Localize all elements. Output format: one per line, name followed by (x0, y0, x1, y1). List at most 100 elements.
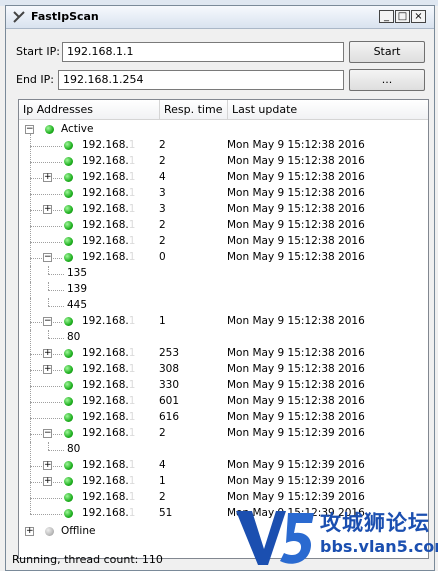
ip-address: 192.168.1 (82, 427, 136, 439)
host-row[interactable]: 192.168.1 2 Mon May 9 15:12:38 2016 (19, 234, 428, 250)
port-row[interactable]: 139 (19, 282, 428, 298)
host-row[interactable]: +192.168.1 4 Mon May 9 15:12:39 2016 (19, 458, 428, 474)
port-row[interactable]: 80 (19, 442, 428, 458)
tree-connector (48, 338, 64, 339)
expander-icon[interactable]: − (43, 317, 52, 326)
last-update: Mon May 9 15:12:39 2016 (227, 459, 365, 471)
ip-tree-list[interactable]: Ip Addresses Resp. time Last update − Act… (18, 99, 429, 559)
tree-connector (48, 290, 64, 291)
close-button[interactable]: × (411, 10, 426, 23)
last-update: Mon May 9 15:12:39 2016 (227, 491, 365, 503)
group-label: Offline (61, 525, 96, 537)
response-time: 1 (159, 315, 166, 327)
browse-button[interactable]: ... (349, 69, 425, 91)
start-button[interactable]: Start (349, 41, 425, 63)
host-row[interactable]: 192.168.1 2 Mon May 9 15:12:38 2016 (19, 154, 428, 170)
ip-address: 192.168.1 (82, 475, 136, 487)
tree-connector (48, 306, 64, 307)
host-row[interactable]: +192.168.1 1 Mon May 9 15:12:39 2016 (19, 474, 428, 490)
ip-address: 192.168.1 (82, 187, 136, 199)
host-row[interactable]: 192.168.1 616 Mon May 9 15:12:38 2016 (19, 410, 428, 426)
column-header-resp-time[interactable]: Resp. time (160, 100, 228, 120)
expander-icon[interactable]: + (43, 477, 52, 486)
expander-icon[interactable]: + (43, 461, 52, 470)
host-row[interactable]: − 192.168.1 0 Mon May 9 15:12:38 2016 (19, 250, 428, 266)
host-row[interactable]: 192.168.1 3 Mon May 9 15:12:38 2016 (19, 186, 428, 202)
online-dot-icon (64, 509, 73, 518)
tree-connector (48, 330, 49, 338)
host-row[interactable]: +192.168.1 4 Mon May 9 15:12:38 2016 (19, 170, 428, 186)
title-bar[interactable]: FastIpScan _ □ × (6, 6, 434, 29)
watermark: 攻城狮论坛 bbs.vlan5.com (230, 503, 438, 571)
start-ip-input[interactable]: 192.168.1.1 (62, 42, 344, 62)
host-row[interactable]: +192.168.1 3 Mon May 9 15:12:38 2016 (19, 202, 428, 218)
online-dot-icon (64, 493, 73, 502)
last-update: Mon May 9 15:12:38 2016 (227, 155, 365, 167)
tree-connector (30, 402, 62, 403)
host-row[interactable]: 192.168.1 2 Mon May 9 15:12:38 2016 (19, 218, 428, 234)
maximize-button[interactable]: □ (395, 10, 410, 23)
expander-icon[interactable]: − (43, 253, 52, 262)
last-update: Mon May 9 15:12:38 2016 (227, 187, 365, 199)
ip-address: 192.168.1 (82, 251, 136, 263)
v5-logo-icon (236, 511, 314, 565)
port-row[interactable]: 445 (19, 298, 428, 314)
port-row[interactable]: 135 (19, 266, 428, 282)
app-icon (13, 11, 25, 23)
port-row[interactable]: 80 (19, 330, 428, 346)
redaction-mask (129, 128, 159, 548)
online-dot-icon (64, 349, 73, 358)
tree-group-row[interactable]: − Active (19, 122, 428, 138)
expander-icon[interactable]: + (43, 173, 52, 182)
ip-address: 192.168.1 (82, 411, 136, 423)
tree-connector (48, 274, 64, 275)
response-time: 2 (159, 155, 166, 167)
tree-connector (48, 298, 49, 306)
response-time: 51 (159, 507, 173, 519)
ip-address: 192.168.1 (82, 459, 136, 471)
response-time: 1 (159, 475, 166, 487)
tree-connector (48, 450, 64, 451)
minimize-button[interactable]: _ (379, 10, 394, 23)
end-ip-input[interactable]: 192.168.1.254 (58, 70, 344, 90)
ip-address: 192.168.1 (82, 203, 136, 215)
open-port: 445 (67, 299, 88, 311)
column-header-ip[interactable]: Ip Addresses (19, 100, 160, 120)
tree-trunk-line (30, 134, 31, 514)
online-dot-icon (64, 237, 73, 246)
window-title: FastIpScan (31, 10, 99, 23)
host-row[interactable]: − 192.168.1 1 Mon May 9 15:12:38 2016 (19, 314, 428, 330)
tree-connector (30, 194, 62, 195)
expander-icon[interactable]: + (43, 365, 52, 374)
end-ip-label: End IP: (16, 73, 54, 86)
last-update: Mon May 9 15:12:38 2016 (227, 203, 365, 215)
response-time: 2 (159, 219, 166, 231)
online-dot-icon (64, 365, 73, 374)
expander-icon[interactable]: + (43, 205, 52, 214)
expander-icon[interactable]: + (43, 349, 52, 358)
tree-connector (30, 386, 62, 387)
response-time: 3 (159, 203, 166, 215)
host-row[interactable]: +192.168.1 253 Mon May 9 15:12:38 2016 (19, 346, 428, 362)
host-row[interactable]: 192.168.1 330 Mon May 9 15:12:38 2016 (19, 378, 428, 394)
tree-connector (30, 418, 62, 419)
ip-address: 192.168.1 (82, 155, 136, 167)
online-dot-icon (64, 189, 73, 198)
last-update: Mon May 9 15:12:38 2016 (227, 139, 365, 151)
host-row[interactable]: +192.168.1 308 Mon May 9 15:12:38 2016 (19, 362, 428, 378)
expander-icon[interactable]: − (25, 125, 34, 134)
ip-address: 192.168.1 (82, 507, 136, 519)
expander-icon[interactable]: + (25, 527, 34, 536)
host-row[interactable]: 192.168.1 601 Mon May 9 15:12:38 2016 (19, 394, 428, 410)
online-dot-icon (64, 413, 73, 422)
host-row[interactable]: − 192.168.1 2 Mon May 9 15:12:39 2016 (19, 426, 428, 442)
column-header-last-update[interactable]: Last update (228, 100, 428, 120)
host-row[interactable]: 192.168.1 2 Mon May 9 15:12:38 2016 (19, 138, 428, 154)
tree-connector (48, 266, 49, 274)
client-area: Start IP: 192.168.1.1 Start End IP: 192.… (6, 29, 434, 570)
last-update: Mon May 9 15:12:38 2016 (227, 235, 365, 247)
expander-icon[interactable]: − (43, 429, 52, 438)
response-time: 308 (159, 363, 180, 375)
online-dot-icon (64, 253, 73, 262)
response-time: 4 (159, 171, 166, 183)
